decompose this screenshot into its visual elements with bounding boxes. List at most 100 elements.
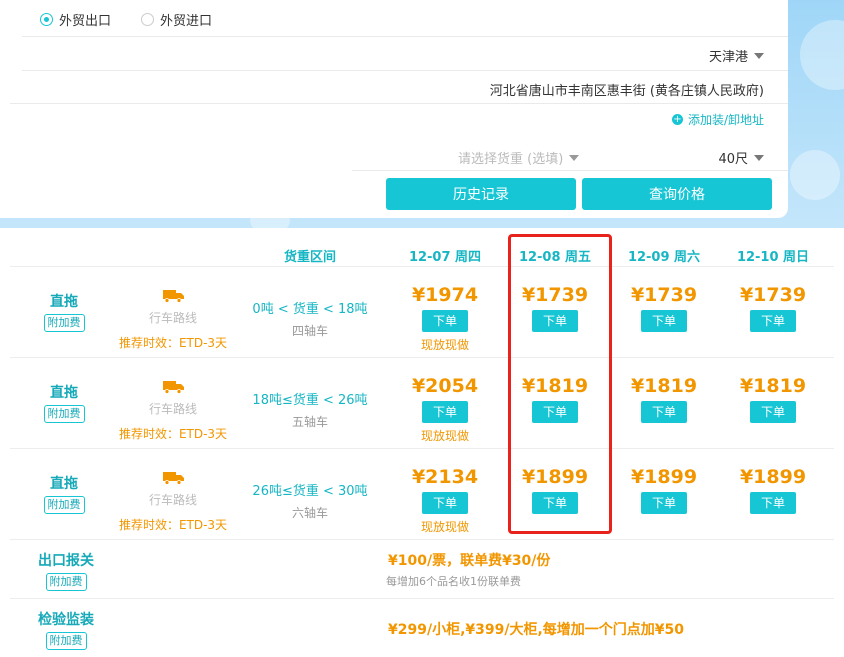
container-size-select[interactable]: 40尺 <box>718 148 764 167</box>
add-address-label: 添加装/卸地址 <box>688 113 765 127</box>
price-value: ¥1819 <box>739 375 807 397</box>
divider <box>10 598 834 599</box>
surcharge-tag[interactable]: 附加费 <box>43 314 85 332</box>
header-weight-range: 货重区间 <box>283 250 336 265</box>
order-button[interactable]: 下单 <box>750 310 796 332</box>
radio-export-label: 外贸出口 <box>59 14 112 29</box>
price-note: 现放现做 <box>420 429 469 443</box>
order-button[interactable]: 下单 <box>422 310 468 332</box>
plus-icon: + <box>672 114 683 125</box>
surcharge-tag[interactable]: 附加费 <box>43 496 85 514</box>
price-value: ¥1899 <box>630 466 698 488</box>
divider <box>10 357 834 358</box>
price-value: ¥1739 <box>739 284 807 306</box>
truck-icon[interactable] <box>163 288 184 303</box>
price-cell: ¥1739 下单 <box>614 284 714 332</box>
divider <box>10 266 834 267</box>
extra-item-inspection: 检验监装 附加费 <box>26 609 106 650</box>
price-cell: ¥2134 下单现放现做 <box>395 466 495 535</box>
price-table: 货重区间 12-07 周四 12-08 周五 12-09 周六 12-10 周日… <box>0 228 844 657</box>
weight-range-cell: 26吨≤货重 < 30吨 六轴车 <box>245 480 375 521</box>
extra-item-price: ¥299/小柜,¥399/大柜,每增加一个门点加¥50 <box>388 622 685 638</box>
price-cell: ¥1739 下单 <box>723 284 823 332</box>
axle-type: 四轴车 <box>291 324 328 338</box>
weight-range: 18吨≤货重 < 26吨 <box>252 393 368 408</box>
extra-item-customs: 出口报关 附加费 <box>26 550 106 591</box>
header-date: 12-10 周日 <box>736 250 810 265</box>
query-form: 外贸出口 外贸进口 天津港 河北省唐山市丰南区惠丰街 (黄各庄镇人民政府) + … <box>0 0 788 218</box>
decor-bubble <box>790 150 840 200</box>
axle-type: 六轴车 <box>291 506 328 520</box>
price-value: ¥1819 <box>630 375 698 397</box>
radio-export[interactable]: 外贸出口 <box>40 10 111 29</box>
transport-type: 直拖 <box>50 476 78 492</box>
divider <box>10 103 788 104</box>
route-link[interactable]: 行车路线 <box>110 400 236 417</box>
extra-item-name: 检验监装 <box>38 612 94 628</box>
divider <box>22 36 788 37</box>
route-cell: 行车路线推荐时效：ETD-3天 <box>110 470 236 533</box>
weight-range: 0吨 < 货重 < 18吨 <box>252 302 368 317</box>
recommended-etd: 推荐时效：ETD-3天 <box>118 427 228 441</box>
route-cell: 行车路线 推荐时效：ETD-3天 <box>110 288 236 351</box>
surcharge-tag[interactable]: 附加费 <box>45 632 87 650</box>
price-note: 现放现做 <box>420 520 469 534</box>
container-size-value: 40尺 <box>718 152 748 167</box>
address-field[interactable]: 河北省唐山市丰南区惠丰街 (黄各庄镇人民政府) <box>490 80 764 99</box>
extra-item-price: ¥100/票，联单费¥30/份 <box>388 553 551 569</box>
order-button[interactable]: 下单 <box>750 401 796 423</box>
route-link[interactable]: 行车路线 <box>110 491 236 508</box>
order-button[interactable]: 下单 <box>641 310 687 332</box>
price-value: ¥1974 <box>411 284 479 306</box>
query-price-button[interactable]: 查询价格 <box>582 178 772 210</box>
truck-icon[interactable] <box>163 379 184 394</box>
row-type: 直拖 附加费 <box>26 473 102 514</box>
extra-item-note: 每增加6个品名收1份联单费 <box>386 575 521 588</box>
order-button[interactable]: 下单 <box>641 492 687 514</box>
cargo-weight-placeholder: 请选择货重 (选填) <box>458 152 564 167</box>
port-select[interactable]: 天津港 <box>709 46 764 65</box>
add-address-link[interactable]: + 添加装/卸地址 <box>672 111 764 128</box>
radio-import-label: 外贸进口 <box>160 14 213 29</box>
transport-type: 直拖 <box>50 294 78 310</box>
address-value: 河北省唐山市丰南区惠丰街 (黄各庄镇人民政府) <box>489 84 764 99</box>
price-value: ¥1899 <box>739 466 807 488</box>
order-button[interactable]: 下单 <box>422 492 468 514</box>
surcharge-tag[interactable]: 附加费 <box>43 405 85 423</box>
route-link[interactable]: 行车路线 <box>110 309 236 326</box>
trade-type-radio-group: 外贸出口 外贸进口 <box>40 10 212 29</box>
surcharge-tag[interactable]: 附加费 <box>45 573 87 591</box>
weight-range-cell: 18吨≤货重 < 26吨 五轴车 <box>245 389 375 430</box>
axle-type: 五轴车 <box>291 415 328 429</box>
chevron-down-icon <box>569 154 580 161</box>
header-date: 12-07 周四 <box>408 250 482 265</box>
price-cell: ¥1819 下单 <box>723 375 823 423</box>
decor-bubble <box>800 20 844 90</box>
price-cell: ¥1899 下单 <box>614 466 714 514</box>
price-value: ¥2054 <box>411 375 479 397</box>
cargo-weight-select[interactable]: 请选择货重 (选填) <box>458 148 580 167</box>
price-value: ¥1739 <box>630 284 698 306</box>
radio-unchecked-icon <box>141 13 155 26</box>
truck-icon[interactable] <box>163 470 184 485</box>
price-value: ¥2134 <box>411 466 479 488</box>
order-button[interactable]: 下单 <box>641 401 687 423</box>
row-type: 直拖 附加费 <box>26 291 102 332</box>
price-cell: ¥1974 下单现放现做 <box>395 284 495 353</box>
weight-range: 26吨≤货重 < 30吨 <box>252 484 368 499</box>
radio-checked-icon <box>40 13 53 26</box>
weight-range-cell: 0吨 < 货重 < 18吨 四轴车 <box>245 298 375 339</box>
chevron-down-icon <box>754 154 764 161</box>
extra-item-name: 出口报关 <box>38 553 94 569</box>
row-type: 直拖 附加费 <box>26 382 102 423</box>
divider <box>10 539 834 540</box>
order-button[interactable]: 下单 <box>422 401 468 423</box>
history-button[interactable]: 历史记录 <box>386 178 576 210</box>
port-value: 天津港 <box>708 50 748 65</box>
recommended-etd: 推荐时效：ETD-3天 <box>118 518 228 532</box>
header-date: 12-09 周六 <box>627 250 701 265</box>
price-cell: ¥2054 下单现放现做 <box>395 375 495 444</box>
price-note: 现放现做 <box>420 338 469 352</box>
order-button[interactable]: 下单 <box>750 492 796 514</box>
radio-import[interactable]: 外贸进口 <box>141 10 212 29</box>
